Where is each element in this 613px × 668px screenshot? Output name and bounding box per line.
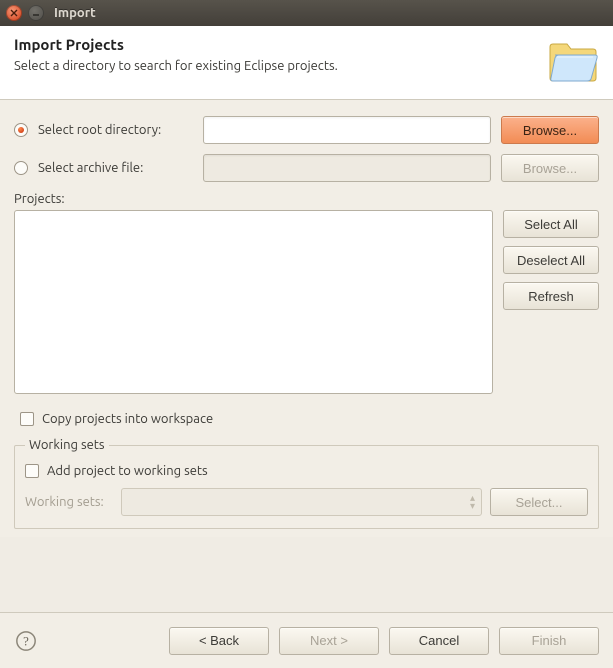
- working-sets-group: Working sets Add project to working sets…: [14, 438, 599, 529]
- archive-file-row: Select archive file: Browse...: [14, 154, 599, 182]
- window-close-button[interactable]: [6, 5, 22, 21]
- root-directory-browse-button[interactable]: Browse...: [501, 116, 599, 144]
- window-minimize-button[interactable]: [28, 5, 44, 21]
- copy-projects-row: Copy projects into workspace: [20, 412, 599, 426]
- root-directory-row: Select root directory: Browse...: [14, 116, 599, 144]
- working-sets-field-label: Working sets:: [25, 495, 113, 509]
- refresh-button[interactable]: Refresh: [503, 282, 599, 310]
- titlebar: Import: [0, 0, 613, 26]
- archive-file-radio[interactable]: [14, 161, 28, 175]
- working-sets-select-button: Select...: [490, 488, 588, 516]
- deselect-all-button[interactable]: Deselect All: [503, 246, 599, 274]
- copy-projects-checkbox[interactable]: [20, 412, 34, 426]
- archive-file-input: [203, 154, 491, 182]
- working-sets-legend: Working sets: [25, 438, 109, 452]
- import-folder-icon: [547, 36, 599, 87]
- projects-label: Projects:: [14, 192, 599, 206]
- projects-listbox[interactable]: [14, 210, 493, 394]
- archive-file-label: Select archive file:: [38, 161, 193, 175]
- dialog-footer: ? < Back Next > Cancel Finish: [0, 612, 613, 668]
- projects-area: Select All Deselect All Refresh: [14, 210, 599, 394]
- finish-button: Finish: [499, 627, 599, 655]
- svg-text:?: ?: [23, 634, 29, 648]
- next-button: Next >: [279, 627, 379, 655]
- add-to-working-sets-checkbox[interactable]: [25, 464, 39, 478]
- chevron-up-down-icon: ▴▾: [470, 494, 475, 510]
- select-all-button[interactable]: Select All: [503, 210, 599, 238]
- dialog-header: Import Projects Select a directory to se…: [0, 26, 613, 100]
- cancel-button[interactable]: Cancel: [389, 627, 489, 655]
- working-sets-combo: ▴▾: [121, 488, 482, 516]
- help-icon[interactable]: ?: [14, 629, 38, 653]
- add-to-working-sets-label: Add project to working sets: [47, 464, 208, 478]
- working-sets-select-row: Working sets: ▴▾ Select...: [25, 488, 588, 516]
- back-button[interactable]: < Back: [169, 627, 269, 655]
- projects-side-buttons: Select All Deselect All Refresh: [503, 210, 599, 394]
- root-directory-label: Select root directory:: [38, 123, 193, 137]
- copy-projects-label: Copy projects into workspace: [42, 412, 213, 426]
- window-title: Import: [54, 6, 96, 20]
- archive-file-browse-button: Browse...: [501, 154, 599, 182]
- root-directory-input[interactable]: [203, 116, 491, 144]
- root-directory-radio[interactable]: [14, 123, 28, 137]
- page-subtitle: Select a directory to search for existin…: [14, 59, 537, 73]
- page-title: Import Projects: [14, 36, 537, 53]
- add-to-working-sets-row: Add project to working sets: [25, 464, 588, 478]
- dialog-content: Select root directory: Browse... Select …: [0, 100, 613, 537]
